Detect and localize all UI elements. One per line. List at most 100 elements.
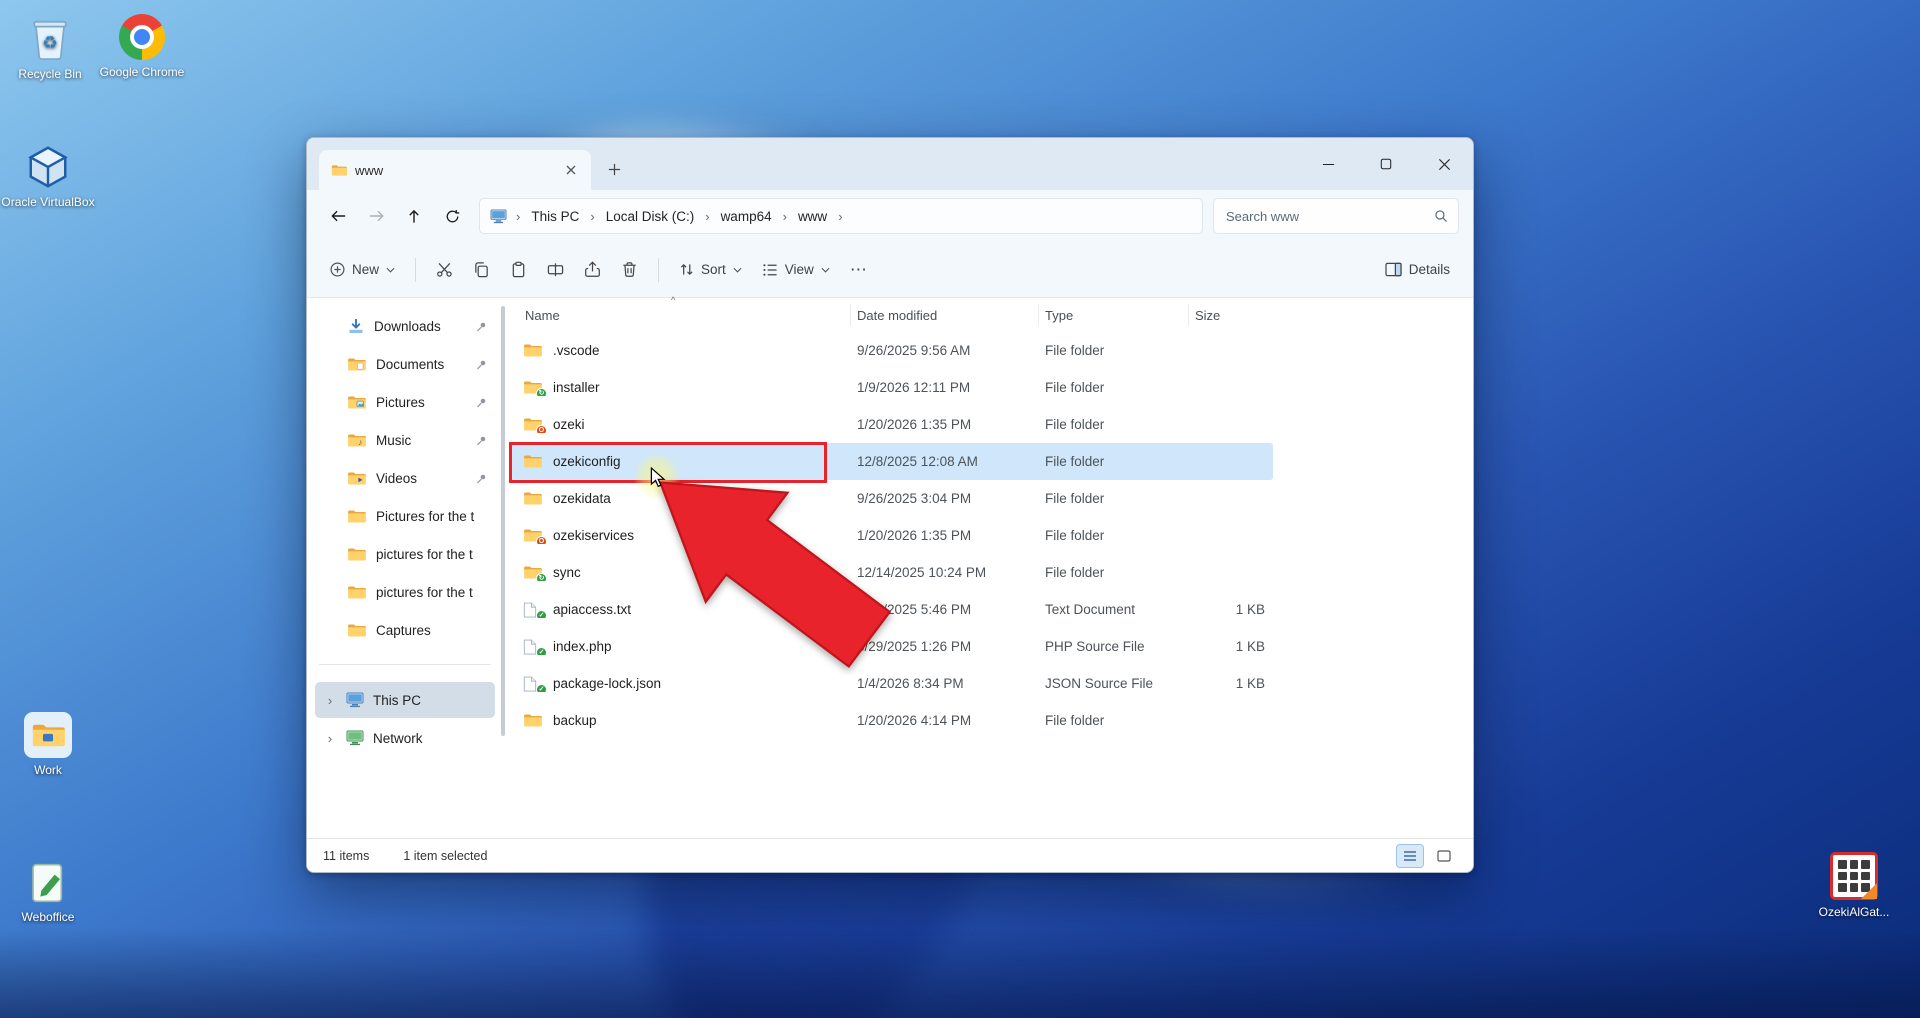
file-row[interactable]: Oozeki 1/20/2026 1:35 PM File folder <box>511 406 1273 443</box>
desktop-icon-label: Recycle Bin <box>18 67 82 81</box>
maximize-button[interactable] <box>1357 138 1415 190</box>
view-toggles <box>1396 843 1457 868</box>
pin-icon <box>477 398 486 407</box>
breadcrumb: › This PC › Local Disk (C:) › wamp64 › w… <box>479 198 1203 234</box>
column-header-size[interactable]: Size <box>1189 304 1273 326</box>
file-row[interactable]: ozekidata 9/26/2025 3:04 PM File folder <box>511 480 1273 517</box>
cut-button[interactable] <box>427 252 462 288</box>
sidebar-item-documents[interactable]: Documents <box>315 346 495 382</box>
file-row[interactable]: ↻ sync 12/14/2025 10:24 PM File folder <box>511 554 1273 591</box>
thumbnail-view-toggle[interactable] <box>1431 845 1457 867</box>
desktop-icon-weboffice[interactable]: Weboffice <box>0 853 96 925</box>
breadcrumb-item[interactable]: www <box>790 206 835 227</box>
sort-button[interactable]: Sort <box>670 252 751 288</box>
details-button[interactable]: Details <box>1376 252 1459 288</box>
sidebar-item-videos[interactable]: Videos <box>315 460 495 496</box>
view-button[interactable]: View <box>753 252 839 288</box>
file-type: File folder <box>1045 380 1105 395</box>
more-options-button[interactable]: ⋯ <box>841 252 877 288</box>
pin-icon <box>477 436 486 445</box>
desktop-icon-work[interactable]: Work <box>0 706 96 778</box>
breadcrumb-item[interactable]: Local Disk (C:) <box>598 206 703 227</box>
file-date: 1/20/2026 4:14 PM <box>857 713 972 728</box>
up-button[interactable] <box>397 199 431 233</box>
breadcrumb-item[interactable]: This PC <box>523 206 587 227</box>
desktop-icon-google-chrome[interactable]: Google Chrome <box>94 8 190 80</box>
file-name: ozekiconfig <box>553 454 621 469</box>
sidebar-item-this-pc[interactable]: › This PC <box>315 682 495 718</box>
file-type: File folder <box>1045 565 1105 580</box>
sidebar-item-folder[interactable]: Pictures for the t <box>315 498 495 534</box>
sidebar-item-music[interactable]: ♪ Music <box>315 422 495 458</box>
file-row[interactable]: Oozekiservices 1/20/2026 1:35 PM File fo… <box>511 517 1273 554</box>
tab-www[interactable]: www <box>319 150 591 190</box>
file-date: 1/9/2026 12:11 PM <box>857 380 971 395</box>
expander-chevron-icon[interactable]: › <box>323 693 337 708</box>
file-name: installer <box>553 380 600 395</box>
tab-close-icon[interactable] <box>559 158 583 182</box>
share-button[interactable] <box>575 252 610 288</box>
desktop-icon-recycle-bin[interactable]: ♻ Recycle Bin <box>2 10 98 82</box>
search-input[interactable] <box>1214 199 1458 233</box>
details-panel-icon <box>1385 262 1402 277</box>
folder-icon <box>523 490 543 507</box>
ozeki-tile-icon <box>1806 848 1902 900</box>
file-date: 8/29/2025 5:46 PM <box>857 602 972 617</box>
column-header-type[interactable]: Type <box>1039 304 1189 326</box>
sidebar-item-label: pictures for the t <box>376 584 473 600</box>
sidebar-item-folder[interactable]: pictures for the t <box>315 536 495 572</box>
pin-icon <box>477 474 486 483</box>
refresh-button[interactable] <box>435 199 469 233</box>
file-date: 1/20/2026 1:35 PM <box>857 528 972 543</box>
file-date: 12/8/2025 12:08 AM <box>857 454 978 469</box>
breadcrumb-item[interactable]: wamp64 <box>713 206 780 227</box>
search-icon <box>1435 210 1447 222</box>
details-view-toggle[interactable] <box>1396 843 1424 868</box>
folder-ozeki-icon: O <box>523 527 547 544</box>
file-row[interactable]: ✓ apiaccess.txt 8/29/2025 5:46 PM Text Do… <box>511 591 1273 628</box>
svg-text:♻: ♻ <box>42 33 58 53</box>
sidebar-item-label: Pictures <box>376 394 425 410</box>
column-header-date-modified[interactable]: Date modified <box>851 304 1039 326</box>
new-tab-button[interactable] <box>599 154 629 184</box>
sidebar-item-label: pictures for the t <box>376 546 473 562</box>
file-row[interactable]: backup 1/20/2026 4:14 PM File folder <box>511 702 1273 739</box>
file-row[interactable]: ✓ index.php 8/29/2025 1:26 PM PHP Source … <box>511 628 1273 665</box>
copy-button[interactable] <box>464 252 499 288</box>
desktop-icon-virtualbox[interactable]: Oracle VirtualBox <box>0 138 96 210</box>
toolbar-divider <box>658 257 660 282</box>
file-list: ^ Name Date modified Type Size .vscode 9… <box>503 295 1473 838</box>
copy-icon <box>475 262 488 278</box>
folder-icon <box>347 508 367 525</box>
folder-icon <box>523 453 543 470</box>
wallpaper-shade <box>0 928 1920 1018</box>
file-row[interactable]: ✓ package-lock.json 1/4/2026 8:34 PM JSON… <box>511 665 1273 702</box>
file-name: index.php <box>553 639 612 654</box>
back-button[interactable] <box>321 199 355 233</box>
sidebar-item-downloads[interactable]: Downloads <box>315 308 495 344</box>
file-row[interactable]: ↻ installer 1/9/2026 12:11 PM File folder <box>511 369 1273 406</box>
minimize-button[interactable] <box>1299 138 1357 190</box>
file-type: JSON Source File <box>1045 676 1154 691</box>
sidebar-item-folder[interactable]: pictures for the t <box>315 574 495 610</box>
search-box <box>1213 198 1459 234</box>
sidebar-item-pictures[interactable]: Pictures <box>315 384 495 420</box>
rename-button[interactable] <box>538 252 573 288</box>
column-header-name[interactable]: ^ Name <box>511 295 851 326</box>
expander-chevron-icon[interactable]: › <box>323 731 337 746</box>
sidebar-item-captures[interactable]: Captures <box>315 612 495 648</box>
file-row-selected-ozekiconfig[interactable]: ozekiconfig 12/8/2025 12:08 AM File fold… <box>511 443 1273 480</box>
file-type: File folder <box>1045 454 1105 469</box>
sidebar-item-network[interactable]: › Network <box>315 720 495 756</box>
close-button[interactable] <box>1415 138 1473 190</box>
text-file-icon: ✓ <box>523 601 547 618</box>
new-button[interactable]: New <box>321 252 404 288</box>
folder-icon <box>347 546 367 563</box>
delete-button[interactable] <box>612 252 647 288</box>
file-row[interactable]: .vscode 9/26/2025 9:56 AM File folder <box>511 332 1273 369</box>
paste-button[interactable] <box>501 252 536 288</box>
desktop-icon-ozeki-tile[interactable]: OzekiAlGat... <box>1806 848 1902 920</box>
sidebar-item-label: Pictures for the t <box>376 508 475 524</box>
tab-bar: www <box>307 138 1473 190</box>
forward-button[interactable] <box>359 199 393 233</box>
